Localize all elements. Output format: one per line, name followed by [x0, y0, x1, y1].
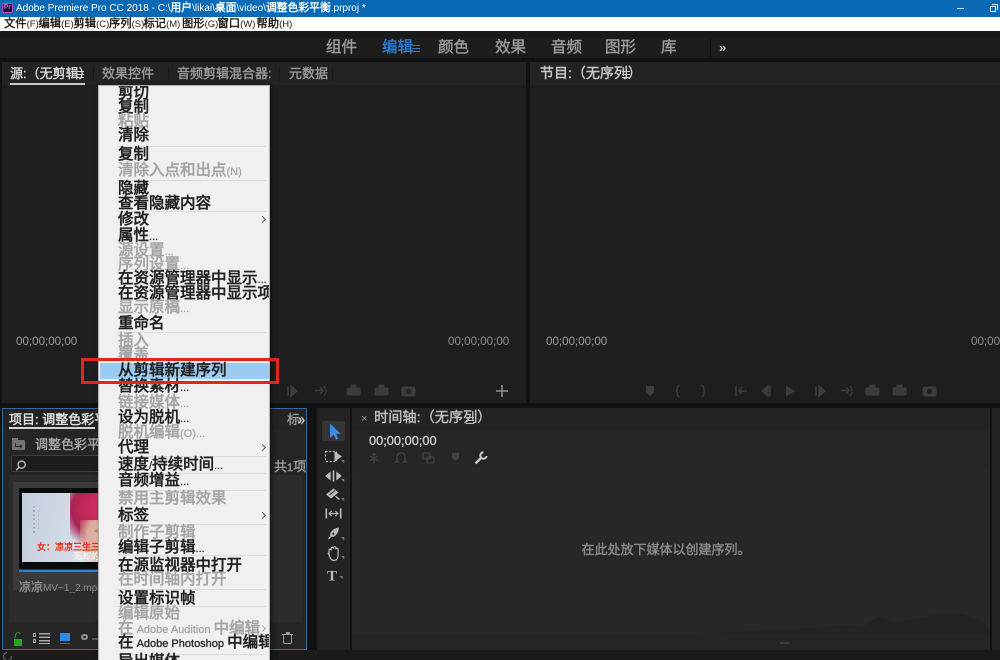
svg-text:T: T	[327, 569, 337, 585]
